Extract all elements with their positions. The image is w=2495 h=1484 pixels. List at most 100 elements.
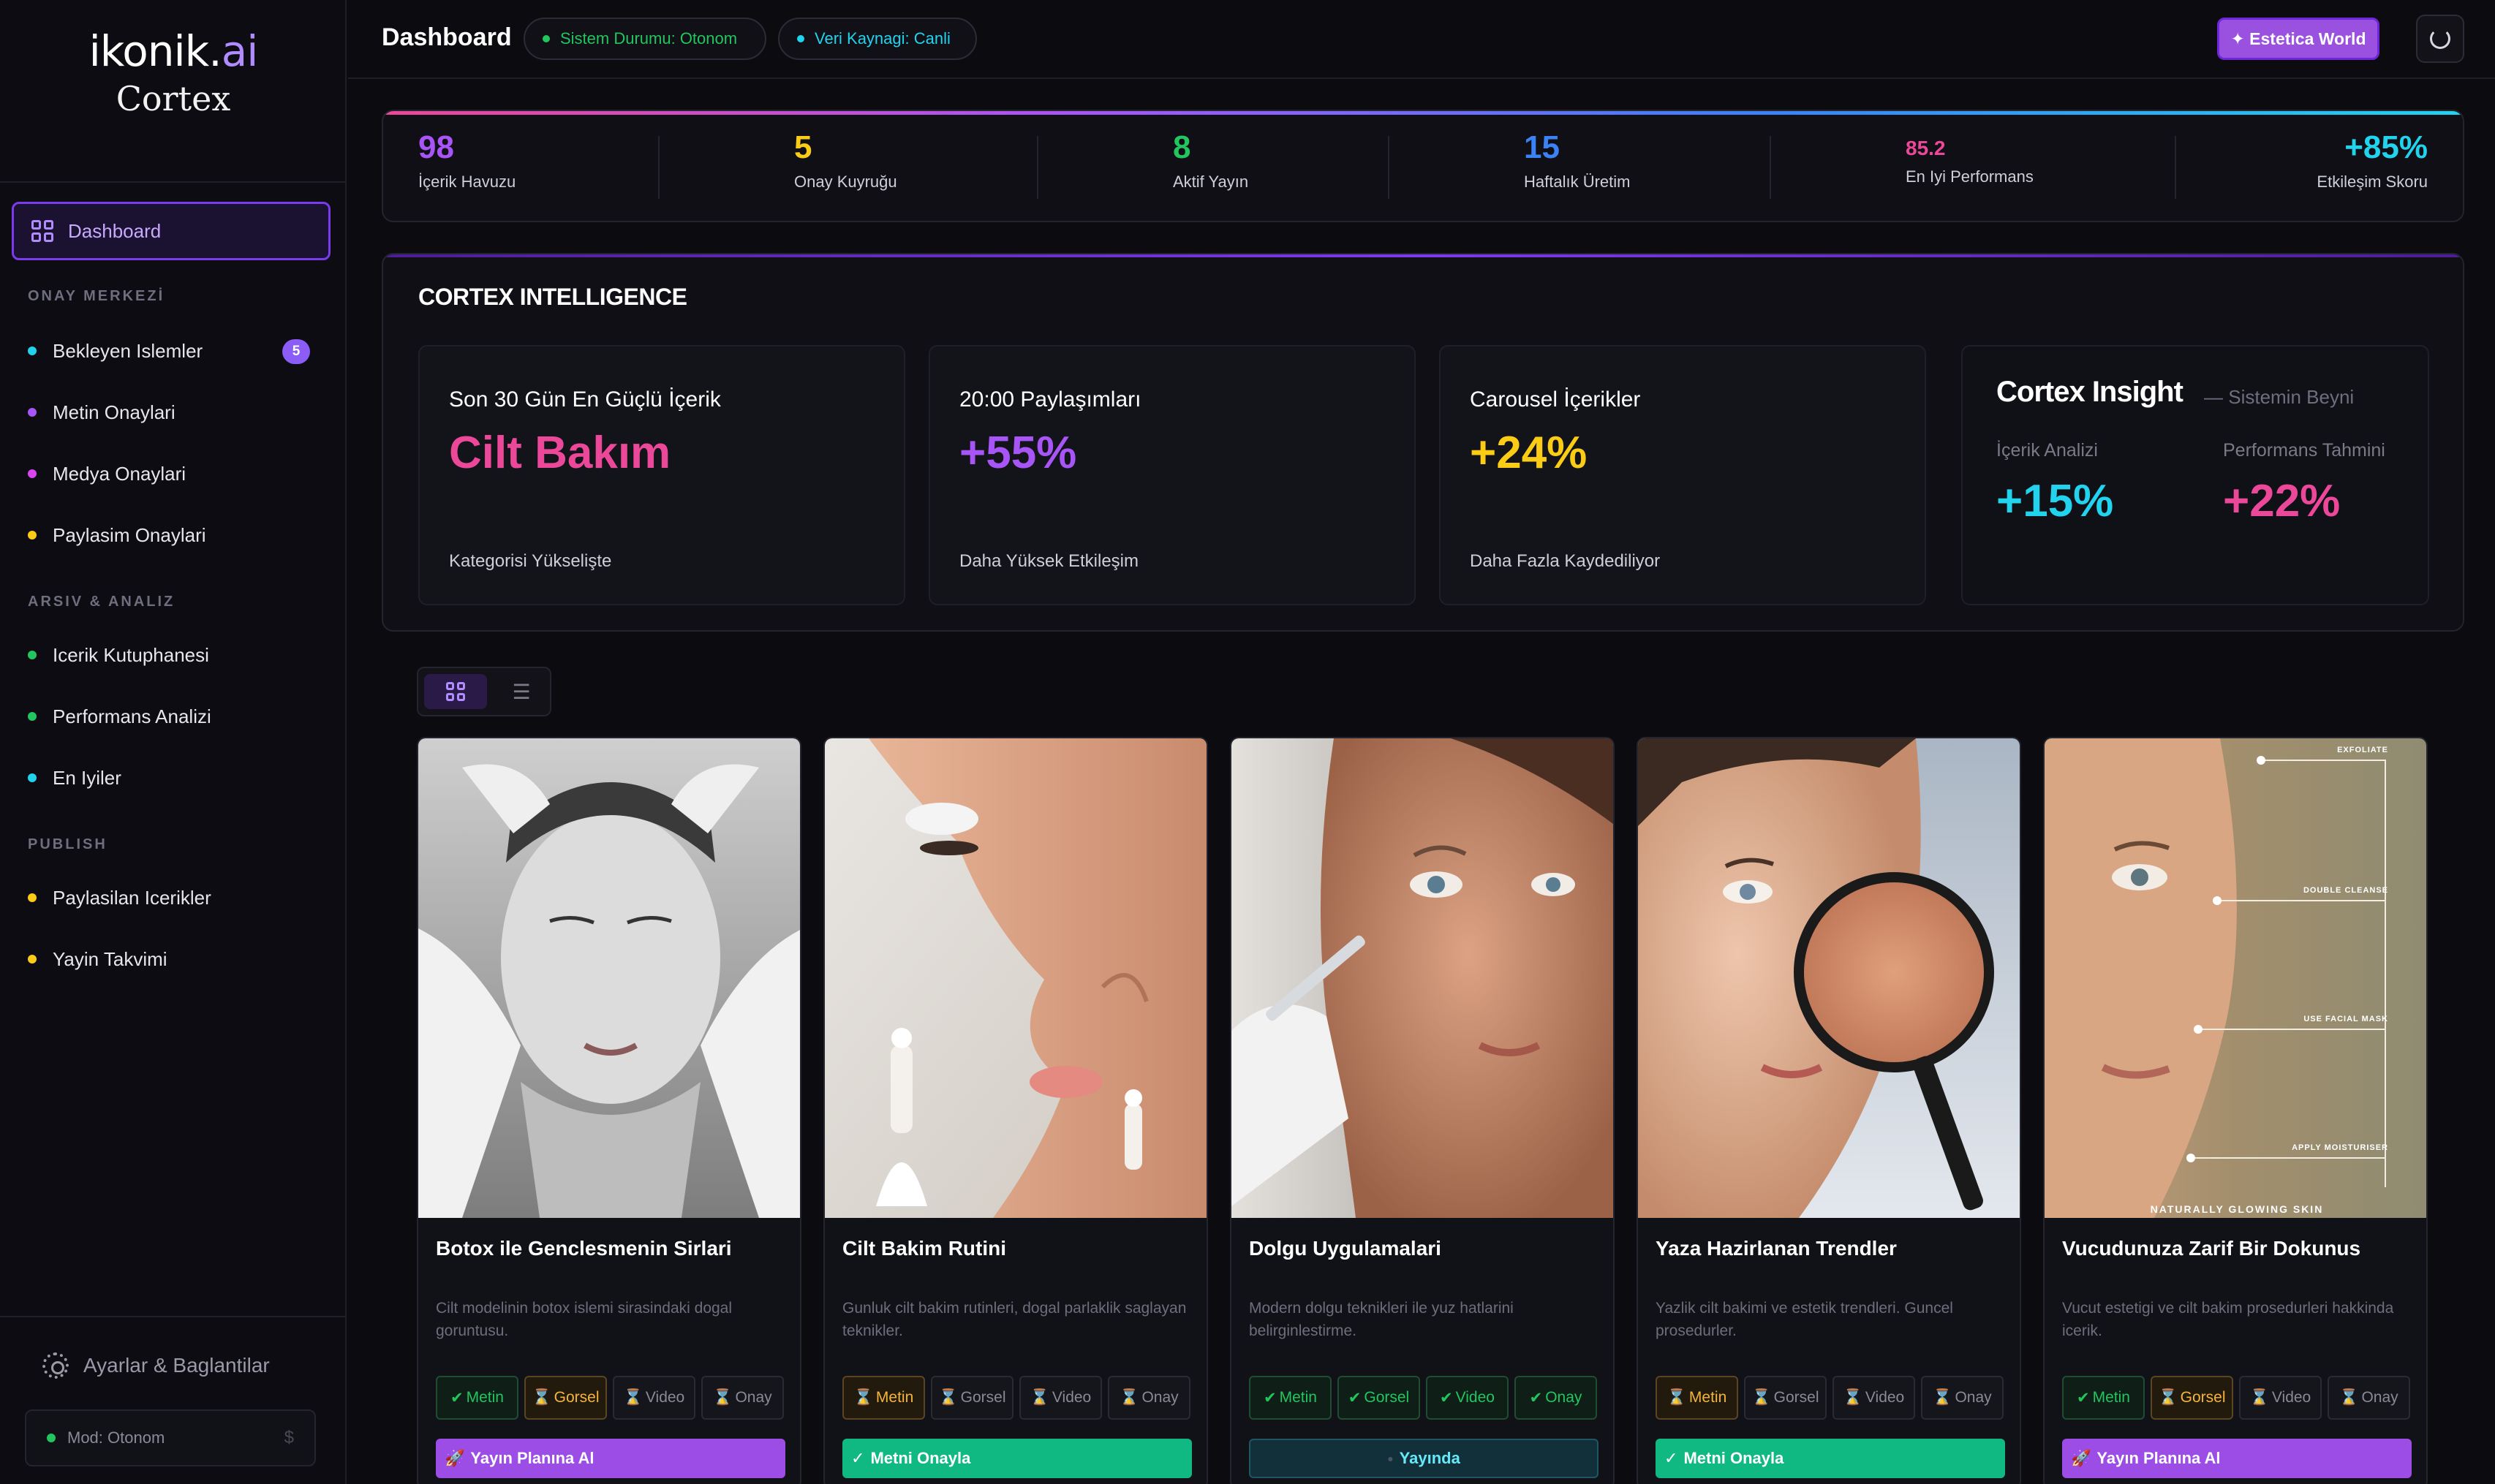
settings-link[interactable]: Ayarlar & Baglantilar: [42, 1352, 270, 1379]
tag-label: Gorsel: [960, 1389, 1006, 1406]
list-view-button[interactable]: ☰: [497, 674, 546, 709]
status-dot: [47, 1434, 56, 1442]
logo[interactable]: ikonik.ai Cortex: [0, 26, 347, 118]
tag-metin[interactable]: ✔ Metin: [1249, 1376, 1332, 1420]
tag-label: Gorsel: [2180, 1389, 2226, 1406]
tag-onay[interactable]: ⌛ Onay: [1921, 1376, 2004, 1420]
approve-text-button[interactable]: ✓ Metni Onayla: [842, 1439, 1192, 1478]
sidebar-item-en-iyiler[interactable]: En Iyiler: [28, 763, 121, 792]
status-dot: [28, 955, 37, 964]
tag-label: Gorsel: [554, 1389, 600, 1406]
content-title: Cilt Bakim Rutini: [842, 1237, 1007, 1260]
schedule-publish-button[interactable]: 🚀 Yayın Planına Al: [436, 1439, 785, 1478]
hourglass-icon: ⌛: [623, 1389, 643, 1406]
refresh-icon: [2430, 29, 2450, 49]
status-dot: [28, 408, 37, 417]
tag-label: Gorsel: [1773, 1389, 1819, 1406]
tag-label: Onay: [2361, 1389, 2398, 1406]
sidebar-item-label: Dashboard: [68, 219, 162, 242]
tag-metin[interactable]: ✔ Metin: [2062, 1376, 2145, 1420]
sidebar-item-bekleyen-islemler[interactable]: Bekleyen Islemler: [28, 336, 203, 366]
divider: [0, 181, 347, 183]
divider: [0, 1316, 347, 1317]
content-card[interactable]: EXFOLIATE DOUBLE CLEANSE USE FACIAL MASK…: [2043, 737, 2428, 1484]
grid-icon: [446, 682, 465, 701]
insight-metric-value: +22%: [2223, 476, 2341, 526]
tag-onay[interactable]: ⌛ Onay: [2328, 1376, 2410, 1420]
tag-gorsel[interactable]: ⌛ Gorsel: [2151, 1376, 2233, 1420]
insight-card-value: Cilt Bakım: [449, 428, 671, 478]
sidebar-item-paylasilan-icerikler[interactable]: Paylasilan Icerikler: [28, 883, 211, 912]
approve-text-button[interactable]: ✓ Metni Onayla: [1656, 1439, 2005, 1478]
image-caption: NATURALLY GLOWING SKIN: [2150, 1203, 2324, 1215]
tag-label: Video: [1865, 1389, 1905, 1406]
rocket-icon: 🚀: [445, 1449, 465, 1467]
sidebar-item-paylasim-onaylari[interactable]: Paylasim Onaylari: [28, 520, 206, 550]
grid-view-button[interactable]: [424, 674, 487, 709]
sidebar-item-icerik-kutuphanesi[interactable]: Icerik Kutuphanesi: [28, 640, 209, 670]
divider: [1388, 136, 1389, 199]
pending-count-badge: 5: [282, 339, 310, 364]
tag-video[interactable]: ⌛ Video: [613, 1376, 695, 1420]
tag-label: Metin: [466, 1389, 504, 1406]
sidebar-item-yayin-takvimi[interactable]: Yayin Takvimi: [28, 944, 167, 974]
tag-label: Metin: [2092, 1389, 2130, 1406]
topbar: Dashboard Sistem Durumu: Otonom Veri Kay…: [348, 0, 2495, 79]
sidebar-item-metin-onaylari[interactable]: Metin Onaylari: [28, 398, 175, 427]
tag-metin[interactable]: ✔ Metin: [436, 1376, 518, 1420]
content-card[interactable]: Botox ile Genclesmenin Sirlari Cilt mode…: [417, 737, 801, 1484]
tag-video[interactable]: ⌛ Video: [1019, 1376, 1102, 1420]
status-dot: [543, 35, 550, 42]
content-description: Vucut estetigi ve cilt bakim prosedurler…: [2062, 1300, 2394, 1339]
content-title: Yaza Hazirlanan Trendler: [1656, 1237, 1897, 1260]
tag-gorsel[interactable]: ⌛ Gorsel: [524, 1376, 607, 1420]
list-icon: ☰: [512, 680, 531, 703]
stat-engagement-score: +85% Etkileşim Skoru: [2317, 129, 2428, 192]
stat-value: 98: [418, 129, 454, 165]
sidebar-item-label: Performans Analizi: [53, 705, 211, 727]
brand-switch-button[interactable]: ✦ Estetica World: [2217, 18, 2379, 60]
stat-label: En Iyi Performans: [1906, 167, 2034, 186]
tag-metin[interactable]: ⌛ Metin: [1656, 1376, 1738, 1420]
insight-card-value: +55%: [959, 428, 1077, 478]
button-label: Yayın Planına Al: [470, 1449, 595, 1467]
mode-selector[interactable]: Mod: Otonom $: [25, 1409, 316, 1466]
published-status-button[interactable]: ● Yayında: [1249, 1439, 1598, 1478]
divider: [1037, 136, 1038, 199]
tag-onay[interactable]: ⌛ Onay: [701, 1376, 784, 1420]
sidebar-item-dashboard[interactable]: Dashboard: [12, 202, 331, 260]
refresh-button[interactable]: [2416, 15, 2464, 63]
button-label: Yayın Planına Al: [2096, 1449, 2221, 1467]
dollar-icon: $: [284, 1428, 294, 1447]
content-thumbnail: [825, 738, 1207, 1218]
tag-onay[interactable]: ⌛ Onay: [1108, 1376, 1190, 1420]
stat-approval-queue: 5 Onay Kuyruğu: [794, 129, 897, 192]
sidebar: ikonik.ai Cortex Dashboard ONAY MERKEZİ …: [0, 0, 347, 1484]
tag-gorsel[interactable]: ✔ Gorsel: [1337, 1376, 1420, 1420]
sidebar-item-medya-onaylari[interactable]: Medya Onaylari: [28, 459, 186, 488]
content-card[interactable]: Dolgu Uygulamalari Modern dolgu teknikle…: [1230, 737, 1615, 1484]
insight-card-heading: 20:00 Paylaşımları: [959, 387, 1141, 412]
divider: [2175, 136, 2176, 199]
sidebar-item-label: Metin Onaylari: [53, 401, 175, 423]
tag-gorsel[interactable]: ⌛ Gorsel: [931, 1376, 1014, 1420]
live-icon: ●: [1387, 1453, 1394, 1464]
insight-card-caption: Daha Yüksek Etkileşim: [959, 551, 1139, 571]
sidebar-item-performans-analizi[interactable]: Performans Analizi: [28, 702, 211, 731]
status-text: Sistem Durumu: Otonom: [560, 29, 738, 48]
tag-metin[interactable]: ⌛ Metin: [842, 1376, 925, 1420]
tag-label: Video: [1052, 1389, 1092, 1406]
sidebar-item-label: Paylasim Onaylari: [53, 523, 206, 546]
check-icon: ✔: [1348, 1389, 1362, 1407]
tag-onay[interactable]: ✔ Onay: [1514, 1376, 1597, 1420]
tag-video[interactable]: ✔ Video: [1426, 1376, 1509, 1420]
tag-video[interactable]: ⌛ Video: [2239, 1376, 2322, 1420]
content-card[interactable]: Yaza Hazirlanan Trendler Yazlik cilt bak…: [1637, 737, 2021, 1484]
tag-video[interactable]: ⌛ Video: [1832, 1376, 1915, 1420]
tag-gorsel[interactable]: ⌛ Gorsel: [1744, 1376, 1827, 1420]
view-toggle: ☰: [417, 667, 551, 716]
schedule-publish-button[interactable]: 🚀 Yayın Planına Al: [2062, 1439, 2412, 1478]
stat-best-performance: 85.2 En Iyi Performans: [1906, 137, 2034, 186]
content-card[interactable]: Cilt Bakim Rutini Gunluk cilt bakim ruti…: [823, 737, 1208, 1484]
hourglass-icon: ⌛: [1120, 1389, 1139, 1406]
